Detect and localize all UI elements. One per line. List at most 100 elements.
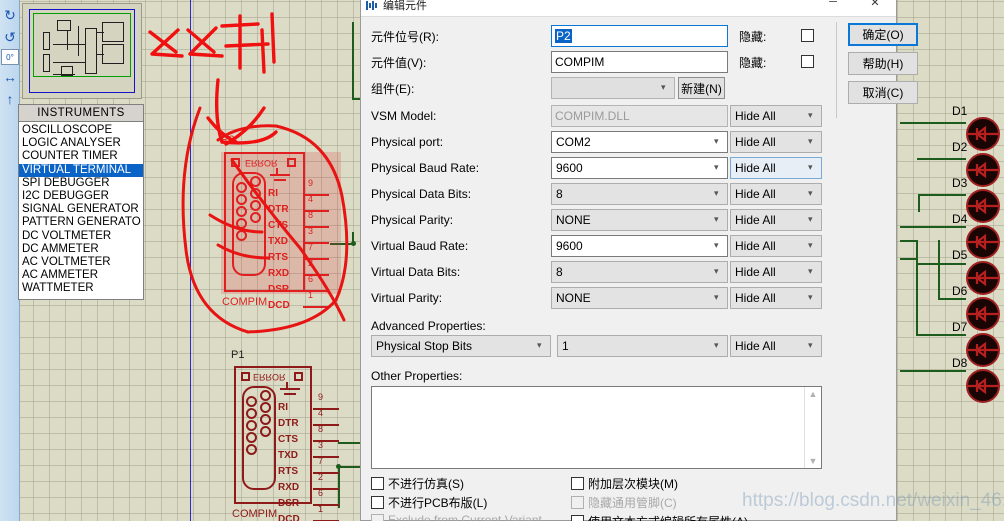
flip-horizontal-icon[interactable]: ↔ <box>0 66 20 88</box>
ok-button[interactable]: 确定(O) <box>848 23 918 46</box>
led-d1[interactable] <box>966 117 1000 151</box>
new-element-button[interactable]: 新建(N) <box>678 77 725 99</box>
led-d8[interactable] <box>966 369 1000 403</box>
part-value-hide-checkbox[interactable] <box>801 55 814 68</box>
instrument-item-counter-timer[interactable]: COUNTER TIMER <box>21 150 143 163</box>
led-d4[interactable] <box>966 225 1000 259</box>
minimize-icon[interactable]: ─ <box>818 0 848 9</box>
property-input-2[interactable]: 9600 ▾ <box>551 157 728 179</box>
element-combo[interactable]: ▾ <box>551 77 675 99</box>
advanced-property-name-combo[interactable]: Physical Stop Bits ▾ <box>371 335 551 357</box>
bottom-checkbox-3[interactable] <box>571 477 584 490</box>
cancel-button[interactable]: 取消(C) <box>848 81 918 104</box>
dialog-body: 元件位号(R): P2 隐藏: 元件值(V): COMPIM 隐藏: 组件(E)… <box>361 18 918 521</box>
instrument-item-ac-voltmeter[interactable]: AC VOLTMETER <box>21 256 143 269</box>
dialog-title-bar[interactable]: 编辑元件 ─ ✕ <box>361 0 896 17</box>
chevron-down-icon: ▾ <box>714 214 719 224</box>
textarea-scrollbar[interactable]: ▲ ▼ <box>804 387 821 468</box>
bottom-checkbox-5[interactable] <box>571 515 584 521</box>
rotation-angle-field[interactable]: 0° <box>1 49 19 65</box>
pin-wire <box>303 274 329 276</box>
help-button[interactable]: 帮助(H) <box>848 52 918 75</box>
flip-vertical-icon[interactable]: ↑ <box>0 88 20 110</box>
property-hide-combo-3[interactable]: Hide All ▾ <box>730 183 822 205</box>
part-value-label-row: 元件值(V): <box>371 51 426 73</box>
property-input-3[interactable]: 8 ▾ <box>551 183 728 205</box>
left-toolbar[interactable]: ↻ ↺ 0° ↔ ↑ <box>0 0 20 521</box>
property-hide-combo-6[interactable]: Hide All ▾ <box>730 261 822 283</box>
advanced-property-value-combo[interactable]: 1 ▾ <box>557 335 728 357</box>
db9-pin-circle <box>260 390 271 401</box>
instrument-item-dc-ammeter[interactable]: DC AMMETER <box>21 243 143 256</box>
led-d5[interactable] <box>966 261 1000 295</box>
pin-label-rts: RTS <box>278 466 298 477</box>
property-hide-combo-7[interactable]: Hide All ▾ <box>730 287 822 309</box>
property-hide-combo-1[interactable]: Hide All ▾ <box>730 131 822 153</box>
bottom-checkbox-row-0[interactable]: 不进行仿真(S) <box>371 475 464 492</box>
instrument-item-dc-voltmeter[interactable]: DC VOLTMETER <box>21 230 143 243</box>
bottom-checkbox-row-5[interactable]: 使用文本方式编辑所有属性(A) <box>571 513 748 521</box>
close-icon[interactable]: ✕ <box>860 0 890 9</box>
instrument-item-logic-analyser[interactable]: LOGIC ANALYSER <box>21 137 143 150</box>
wire-d8 <box>900 370 966 372</box>
led-d3[interactable] <box>966 189 1000 223</box>
property-hide-combo-4[interactable]: Hide All ▾ <box>730 209 822 231</box>
property-hide-combo-5[interactable]: Hide All ▾ <box>730 235 822 257</box>
instruments-panel[interactable]: INSTRUMENTS OSCILLOSCOPE LOGIC ANALYSER CO… <box>18 104 144 300</box>
instrument-item-oscilloscope[interactable]: OSCILLOSCOPE <box>21 124 143 137</box>
bottom-checkbox-row-4[interactable]: 隐藏通用管脚(C) <box>571 494 677 511</box>
chevron-down-icon: ▾ <box>714 136 719 146</box>
part-value-input[interactable]: COMPIM <box>551 51 728 73</box>
instrument-item-wattmeter[interactable]: WATTMETER <box>21 282 143 295</box>
instrument-item-signal-generator[interactable]: SIGNAL GENERATOR <box>21 203 143 216</box>
wire-d5-h <box>900 240 918 242</box>
property-label-4: Physical Parity: <box>371 213 454 227</box>
property-hide-combo-2[interactable]: Hide All ▾ <box>730 157 822 179</box>
bottom-checkbox-1[interactable] <box>371 496 384 509</box>
property-input-5[interactable]: 9600 ▾ <box>551 235 728 257</box>
wire-d7 <box>916 334 966 336</box>
instrument-item-virtual-terminal[interactable]: VIRTUAL TERMINAL <box>19 163 143 177</box>
bottom-checkbox-label-2: Exclude from Current Variant <box>388 513 542 521</box>
pin-label-txd: TXD <box>268 236 288 247</box>
rotate-cw-icon[interactable]: ↻ <box>0 4 20 26</box>
led-d2[interactable] <box>966 153 1000 187</box>
property-label-1: Physical port: <box>371 135 444 149</box>
component-p2-led-a <box>231 158 240 167</box>
bottom-checkbox-row-3[interactable]: 附加层次模块(M) <box>571 475 678 492</box>
wire-d5 <box>916 263 966 265</box>
part-ref-input[interactable]: P2 <box>551 25 728 47</box>
instrument-item-i2c-debugger[interactable]: I2C DEBUGGER <box>21 190 143 203</box>
led-d7[interactable] <box>966 333 1000 367</box>
chevron-down-icon: ▾ <box>714 340 719 350</box>
property-input-0[interactable]: COMPIM.DLL <box>551 105 728 127</box>
advanced-hide-combo[interactable]: Hide All ▾ <box>730 335 822 357</box>
edit-component-dialog[interactable]: 编辑元件 ─ ✕ 元件位号(R): P2 隐藏: 元件值(V): COMPIM <box>360 0 918 521</box>
instrument-item-ac-ammeter[interactable]: AC AMMETER <box>21 269 143 282</box>
bottom-checkbox-label-3: 附加层次模块(M) <box>588 477 678 491</box>
property-hide-combo-0[interactable]: Hide All ▾ <box>730 105 822 127</box>
led-d6[interactable] <box>966 297 1000 331</box>
instrument-item-pattern-generato[interactable]: PATTERN GENERATO <box>21 216 143 229</box>
property-input-7[interactable]: NONE ▾ <box>551 287 728 309</box>
scroll-up-icon[interactable]: ▲ <box>809 389 818 399</box>
schematic-preview[interactable] <box>22 3 142 99</box>
bottom-checkbox-row-2[interactable]: Exclude from Current Variant <box>371 513 542 521</box>
part-ref-hide-checkbox[interactable] <box>801 29 814 42</box>
component-p1-value: COMPIM <box>232 508 278 520</box>
property-input-1[interactable]: COM2 ▾ <box>551 131 728 153</box>
other-properties-textarea[interactable]: ▲ ▼ <box>371 386 822 469</box>
chevron-down-icon: ▾ <box>808 162 813 172</box>
property-input-6[interactable]: 8 ▾ <box>551 261 728 283</box>
chevron-down-icon: ▾ <box>808 240 813 250</box>
bottom-checkbox-0[interactable] <box>371 477 384 490</box>
scroll-down-icon[interactable]: ▼ <box>809 456 818 466</box>
instrument-item-spi-debugger[interactable]: SPI DEBUGGER <box>21 177 143 190</box>
property-input-4[interactable]: NONE ▾ <box>551 209 728 231</box>
chevron-down-icon: ▾ <box>714 292 719 302</box>
rotate-ccw-icon[interactable]: ↺ <box>0 26 20 48</box>
pin-number-1: 1 <box>308 290 314 300</box>
instruments-list[interactable]: OSCILLOSCOPE LOGIC ANALYSER COUNTER TIMER V… <box>19 122 143 295</box>
db9-pin-circle <box>260 426 271 437</box>
bottom-checkbox-row-1[interactable]: 不进行PCB布版(L) <box>371 494 487 511</box>
